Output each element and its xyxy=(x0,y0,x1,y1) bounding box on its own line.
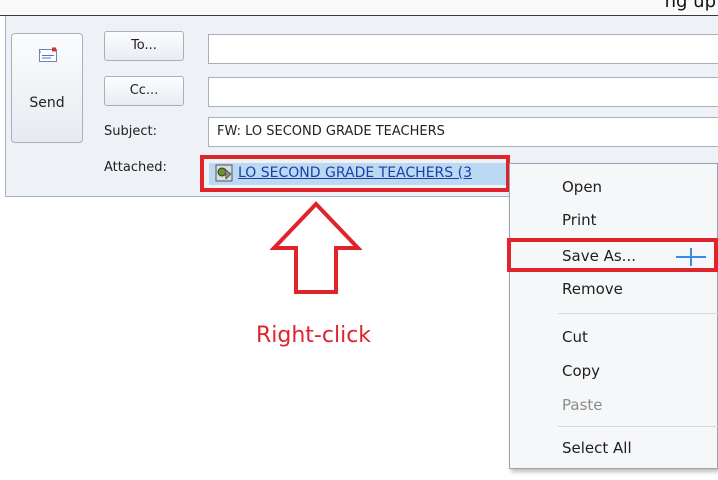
subject-value: FW: LO SECOND GRADE TEACHERS xyxy=(217,124,445,139)
subject-input[interactable]: FW: LO SECOND GRADE TEACHERS xyxy=(208,117,718,147)
menu-item-remove[interactable]: Remove xyxy=(562,280,623,298)
to-input[interactable] xyxy=(208,34,718,64)
up-arrow-icon xyxy=(269,201,363,294)
menu-item-cut[interactable]: Cut xyxy=(562,328,588,346)
menu-item-select-all[interactable]: Select All xyxy=(562,439,632,457)
menu-separator xyxy=(558,426,718,427)
cursor-crosshair-icon xyxy=(676,248,706,266)
menu-item-paste[interactable]: Paste xyxy=(562,396,603,414)
to-button[interactable]: To... xyxy=(104,31,184,61)
top-header-band: ng up xyxy=(0,0,718,16)
send-mail-icon xyxy=(39,47,57,62)
menu-item-copy[interactable]: Copy xyxy=(562,362,600,380)
menu-item-print[interactable]: Print xyxy=(562,211,597,229)
menu-item-open[interactable]: Open xyxy=(562,178,602,196)
attached-label: Attached: xyxy=(104,160,167,175)
cc-input[interactable] xyxy=(208,77,718,107)
send-button[interactable]: Send xyxy=(11,33,83,143)
send-label: Send xyxy=(29,95,65,111)
header-partial-text: ng up xyxy=(664,0,716,12)
context-menu: Open Print Save As... Remove Cut Copy Pa… xyxy=(509,163,718,469)
annotation-box-attachment xyxy=(200,155,510,192)
subject-label: Subject: xyxy=(104,124,157,139)
menu-separator xyxy=(558,313,718,314)
annotation-caption: Right-click xyxy=(256,323,372,348)
cc-button[interactable]: Cc... xyxy=(104,76,184,106)
